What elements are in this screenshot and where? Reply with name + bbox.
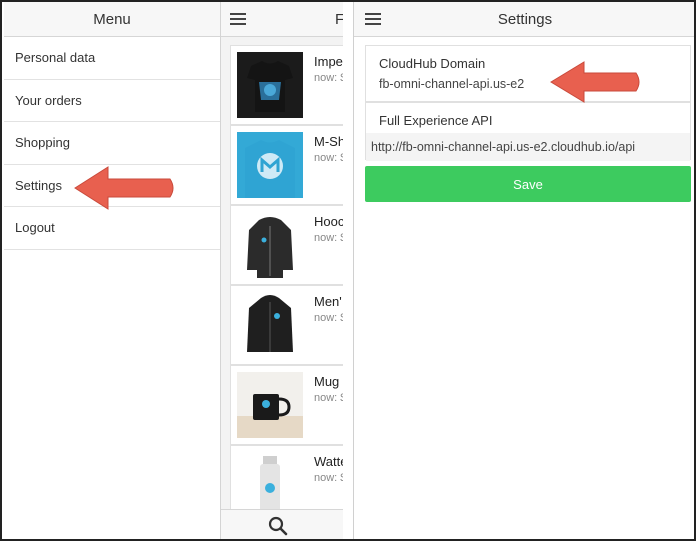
product-item[interactable]: M-Sh now: $ bbox=[230, 125, 343, 205]
menu-item-personal-data[interactable]: Personal data bbox=[4, 37, 220, 80]
annotation-arrow-settings bbox=[74, 166, 174, 210]
hamburger-menu-icon[interactable] bbox=[230, 13, 246, 25]
product-item[interactable]: Men' now: $ bbox=[230, 285, 343, 365]
product-name: Men' bbox=[314, 294, 342, 309]
product-name: M-Sh bbox=[314, 134, 343, 149]
product-hoodie-image bbox=[237, 212, 303, 278]
shop-footer bbox=[221, 509, 343, 539]
menu-item-shopping[interactable]: Shopping bbox=[4, 122, 220, 165]
menu-item-label: Your orders bbox=[15, 92, 82, 108]
settings-title: Settings bbox=[497, 11, 553, 28]
product-mug-image bbox=[237, 372, 303, 438]
product-name: Watte bbox=[314, 454, 343, 469]
product-price: now: $ bbox=[314, 472, 343, 484]
product-item[interactable]: Mug now: $ bbox=[230, 365, 343, 445]
product-price: now: $ bbox=[314, 392, 343, 404]
menu-header: Menu bbox=[4, 2, 220, 37]
save-button-label: Save bbox=[513, 176, 543, 192]
settings-panel: Settings CloudHub Domain fb-omni-channel… bbox=[353, 2, 694, 539]
shop-header: F bbox=[221, 2, 343, 37]
save-button[interactable]: Save bbox=[365, 166, 691, 202]
full-experience-api-label: Full Experience API bbox=[379, 113, 493, 128]
shop-title: F bbox=[335, 11, 343, 28]
menu-item-your-orders[interactable]: Your orders bbox=[4, 80, 220, 122]
product-name: Mug bbox=[314, 374, 340, 389]
product-price: now: $ bbox=[314, 72, 343, 84]
menu-panel: Menu Personal data Your orders Shopping … bbox=[4, 2, 221, 539]
shop-panel: F Impe now: $ bbox=[221, 2, 343, 539]
full-experience-api-group: Full Experience API http://fb-omni-chann… bbox=[365, 102, 691, 161]
menu-item-label: Shopping bbox=[15, 135, 70, 151]
menu-item-label: Logout bbox=[15, 220, 55, 236]
product-jacket-image bbox=[237, 292, 303, 358]
settings-header: Settings bbox=[354, 2, 694, 37]
menu-item-label: Personal data bbox=[15, 50, 96, 66]
product-price: now: $ bbox=[314, 152, 343, 164]
product-name: Impe bbox=[314, 54, 343, 69]
product-name: Hooc bbox=[314, 214, 343, 229]
menu-item-logout[interactable]: Logout bbox=[4, 207, 220, 250]
product-tshirt-blue-image bbox=[237, 132, 303, 198]
product-price: now: $ bbox=[314, 232, 343, 244]
product-item[interactable]: Hooc now: $ bbox=[230, 205, 343, 285]
menu-title: Menu bbox=[93, 10, 131, 28]
annotation-arrow-domain bbox=[550, 61, 640, 103]
full-experience-api-field[interactable]: http://fb-omni-channel-api.us-e2.cloudhu… bbox=[366, 133, 690, 161]
search-icon[interactable] bbox=[268, 516, 288, 536]
product-tshirt-dark-image bbox=[237, 52, 303, 118]
product-list: Impe now: $ M-Sh now: $ bbox=[230, 45, 343, 525]
product-price: now: $ bbox=[314, 312, 343, 324]
screenshot-frame: Menu Personal data Your orders Shopping … bbox=[0, 0, 696, 541]
product-item[interactable]: Impe now: $ bbox=[230, 45, 343, 125]
menu-item-label: Settings bbox=[15, 177, 62, 193]
